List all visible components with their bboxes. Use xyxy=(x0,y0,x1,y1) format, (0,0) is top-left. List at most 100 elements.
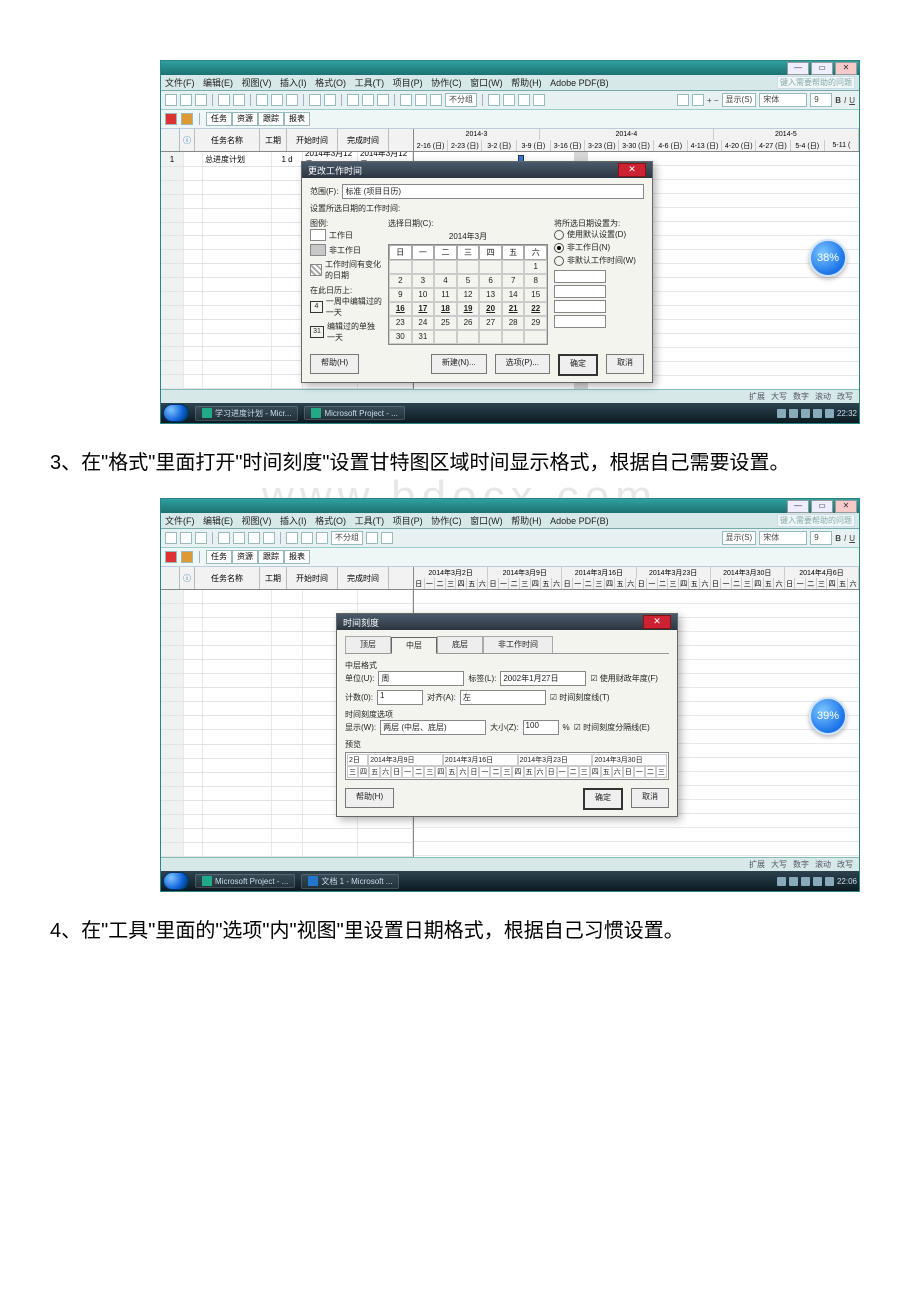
scope-select[interactable]: 标准 (项目日历) xyxy=(342,184,644,199)
menu-tools[interactable]: 工具(T) xyxy=(355,78,385,88)
align-select[interactable]: 左 xyxy=(460,690,546,705)
tray-icon[interactable] xyxy=(789,877,798,886)
sep-check[interactable]: ☑ 时间刻度分隔线(E) xyxy=(574,722,650,733)
menu-view[interactable]: 视图(V) xyxy=(242,516,272,526)
zoom-in-icon[interactable] xyxy=(366,532,378,544)
tray-icon[interactable] xyxy=(777,877,786,886)
print-icon[interactable] xyxy=(218,94,230,106)
pdf-icon[interactable] xyxy=(165,113,177,125)
time-to-2[interactable] xyxy=(554,315,606,328)
open-icon[interactable] xyxy=(180,532,192,544)
undo-icon[interactable] xyxy=(309,94,321,106)
menu-edit[interactable]: 编辑(E) xyxy=(203,516,233,526)
copy-pic-icon[interactable] xyxy=(533,94,545,106)
table-row[interactable] xyxy=(161,590,413,604)
split-icon[interactable] xyxy=(377,94,389,106)
tab-bottom[interactable]: 底层 xyxy=(437,636,483,653)
menu-project[interactable]: 项目(P) xyxy=(393,516,423,526)
open-icon[interactable] xyxy=(180,94,192,106)
window-close-button[interactable]: ✕ xyxy=(835,62,857,75)
tray-icon[interactable] xyxy=(801,409,810,418)
unit-select[interactable]: 周 xyxy=(378,671,464,686)
taskbar-app2[interactable]: 文档 1 - Microsoft ... xyxy=(301,874,399,889)
table-row[interactable] xyxy=(161,843,413,857)
window-close-button[interactable]: ✕ xyxy=(835,500,857,513)
menu-file[interactable]: 文件(F) xyxy=(165,516,195,526)
menu-edit[interactable]: 编辑(E) xyxy=(203,78,233,88)
new-icon[interactable] xyxy=(165,532,177,544)
underline-button[interactable]: U xyxy=(849,534,855,543)
menu-collab[interactable]: 协作(C) xyxy=(431,516,462,526)
link-icon[interactable] xyxy=(347,94,359,106)
menu-project[interactable]: 项目(P) xyxy=(393,78,423,88)
tab-track[interactable]: 跟踪 xyxy=(258,550,284,564)
zoom-in-icon[interactable] xyxy=(488,94,500,106)
taskbar-app1[interactable]: Microsoft Project - ... xyxy=(195,874,295,888)
tab-tasks[interactable]: 任务 xyxy=(206,112,232,126)
fontsize-dropdown[interactable]: 9 xyxy=(810,531,832,545)
menu-insert[interactable]: 插入(I) xyxy=(280,516,307,526)
menu-adobepdf[interactable]: Adobe PDF(B) xyxy=(550,78,609,88)
print-icon[interactable] xyxy=(218,532,230,544)
group-dropdown[interactable]: 不分组 xyxy=(445,93,477,107)
menu-window[interactable]: 窗口(W) xyxy=(470,516,503,526)
menu-view[interactable]: 视图(V) xyxy=(242,78,272,88)
pdf2-icon[interactable] xyxy=(181,113,193,125)
label-select[interactable]: 2002年1月27日 xyxy=(500,671,586,686)
help-button[interactable]: 帮助(H) xyxy=(345,788,394,808)
tab-track[interactable]: 跟踪 xyxy=(258,112,284,126)
size-input[interactable]: 100 xyxy=(523,720,559,735)
radio-nondefault[interactable]: 非默认工作时间(W) xyxy=(554,255,644,266)
tab-top[interactable]: 顶层 xyxy=(345,636,391,653)
taskbar-app2[interactable]: Microsoft Project - ... xyxy=(304,406,404,420)
showby-dropdown[interactable]: 显示(S) xyxy=(722,93,757,107)
table-row[interactable] xyxy=(161,829,413,843)
copy-icon[interactable] xyxy=(271,94,283,106)
font-dropdown[interactable]: 宋体 xyxy=(759,531,807,545)
tray-icon[interactable] xyxy=(801,877,810,886)
dialog-close-button[interactable]: ✕ xyxy=(618,163,646,177)
time-from-2[interactable] xyxy=(554,300,606,313)
menu-insert[interactable]: 插入(I) xyxy=(280,78,307,88)
paste-icon[interactable] xyxy=(263,532,275,544)
tab-tasks[interactable]: 任务 xyxy=(206,550,232,564)
cancel-button[interactable]: 取消 xyxy=(631,788,669,808)
goto-task-icon[interactable] xyxy=(518,94,530,106)
ok-button[interactable]: 确定 xyxy=(583,788,623,810)
info-icon[interactable] xyxy=(400,94,412,106)
redo-icon[interactable] xyxy=(301,532,313,544)
new-button[interactable]: 新建(N)... xyxy=(431,354,487,374)
pdf-icon[interactable] xyxy=(165,551,177,563)
window-minimize-button[interactable]: — xyxy=(787,62,809,75)
radio-nonwork[interactable]: 非工作日(N) xyxy=(554,242,644,253)
showby-dropdown[interactable]: 显示(S) xyxy=(722,531,757,545)
outdent2-icon[interactable] xyxy=(677,94,689,106)
help-search-input[interactable]: 键入需要帮助的问题 xyxy=(777,76,855,89)
start-button[interactable] xyxy=(163,872,189,890)
indent2-icon[interactable] xyxy=(692,94,704,106)
italic-button[interactable]: I xyxy=(844,534,846,543)
start-button[interactable] xyxy=(163,404,189,422)
menu-window[interactable]: 窗口(W) xyxy=(470,78,503,88)
use-fy-check[interactable]: ☑ 使用财政年度(F) xyxy=(590,673,658,684)
copy-icon[interactable] xyxy=(248,532,260,544)
help-search-input[interactable]: 键入需要帮助的问题 xyxy=(777,514,855,527)
fontsize-dropdown[interactable]: 9 xyxy=(810,93,832,107)
menu-format[interactable]: 格式(O) xyxy=(315,78,346,88)
group-dropdown[interactable]: 不分组 xyxy=(331,531,363,545)
radio-default[interactable]: 使用默认设置(D) xyxy=(554,229,644,240)
tray-icon[interactable] xyxy=(789,409,798,418)
menu-collab[interactable]: 协作(C) xyxy=(431,78,462,88)
tab-resources[interactable]: 资源 xyxy=(232,550,258,564)
tray-icon[interactable] xyxy=(825,409,834,418)
tab-nonwork[interactable]: 非工作时间 xyxy=(483,636,553,653)
dialog-titlebar[interactable]: 时间刻度 ✕ xyxy=(337,614,677,630)
save-icon[interactable] xyxy=(195,94,207,106)
link-icon[interactable] xyxy=(316,532,328,544)
taskbar-app1[interactable]: 学习进度计划 - Micr... xyxy=(195,406,298,421)
dialog-close-button[interactable]: ✕ xyxy=(643,615,671,629)
zoom-out-icon[interactable] xyxy=(503,94,515,106)
menu-help[interactable]: 帮助(H) xyxy=(511,516,542,526)
redo-icon[interactable] xyxy=(324,94,336,106)
calendar-grid[interactable]: 日一二三四五六 12345678910111213141516171819202… xyxy=(388,244,548,345)
